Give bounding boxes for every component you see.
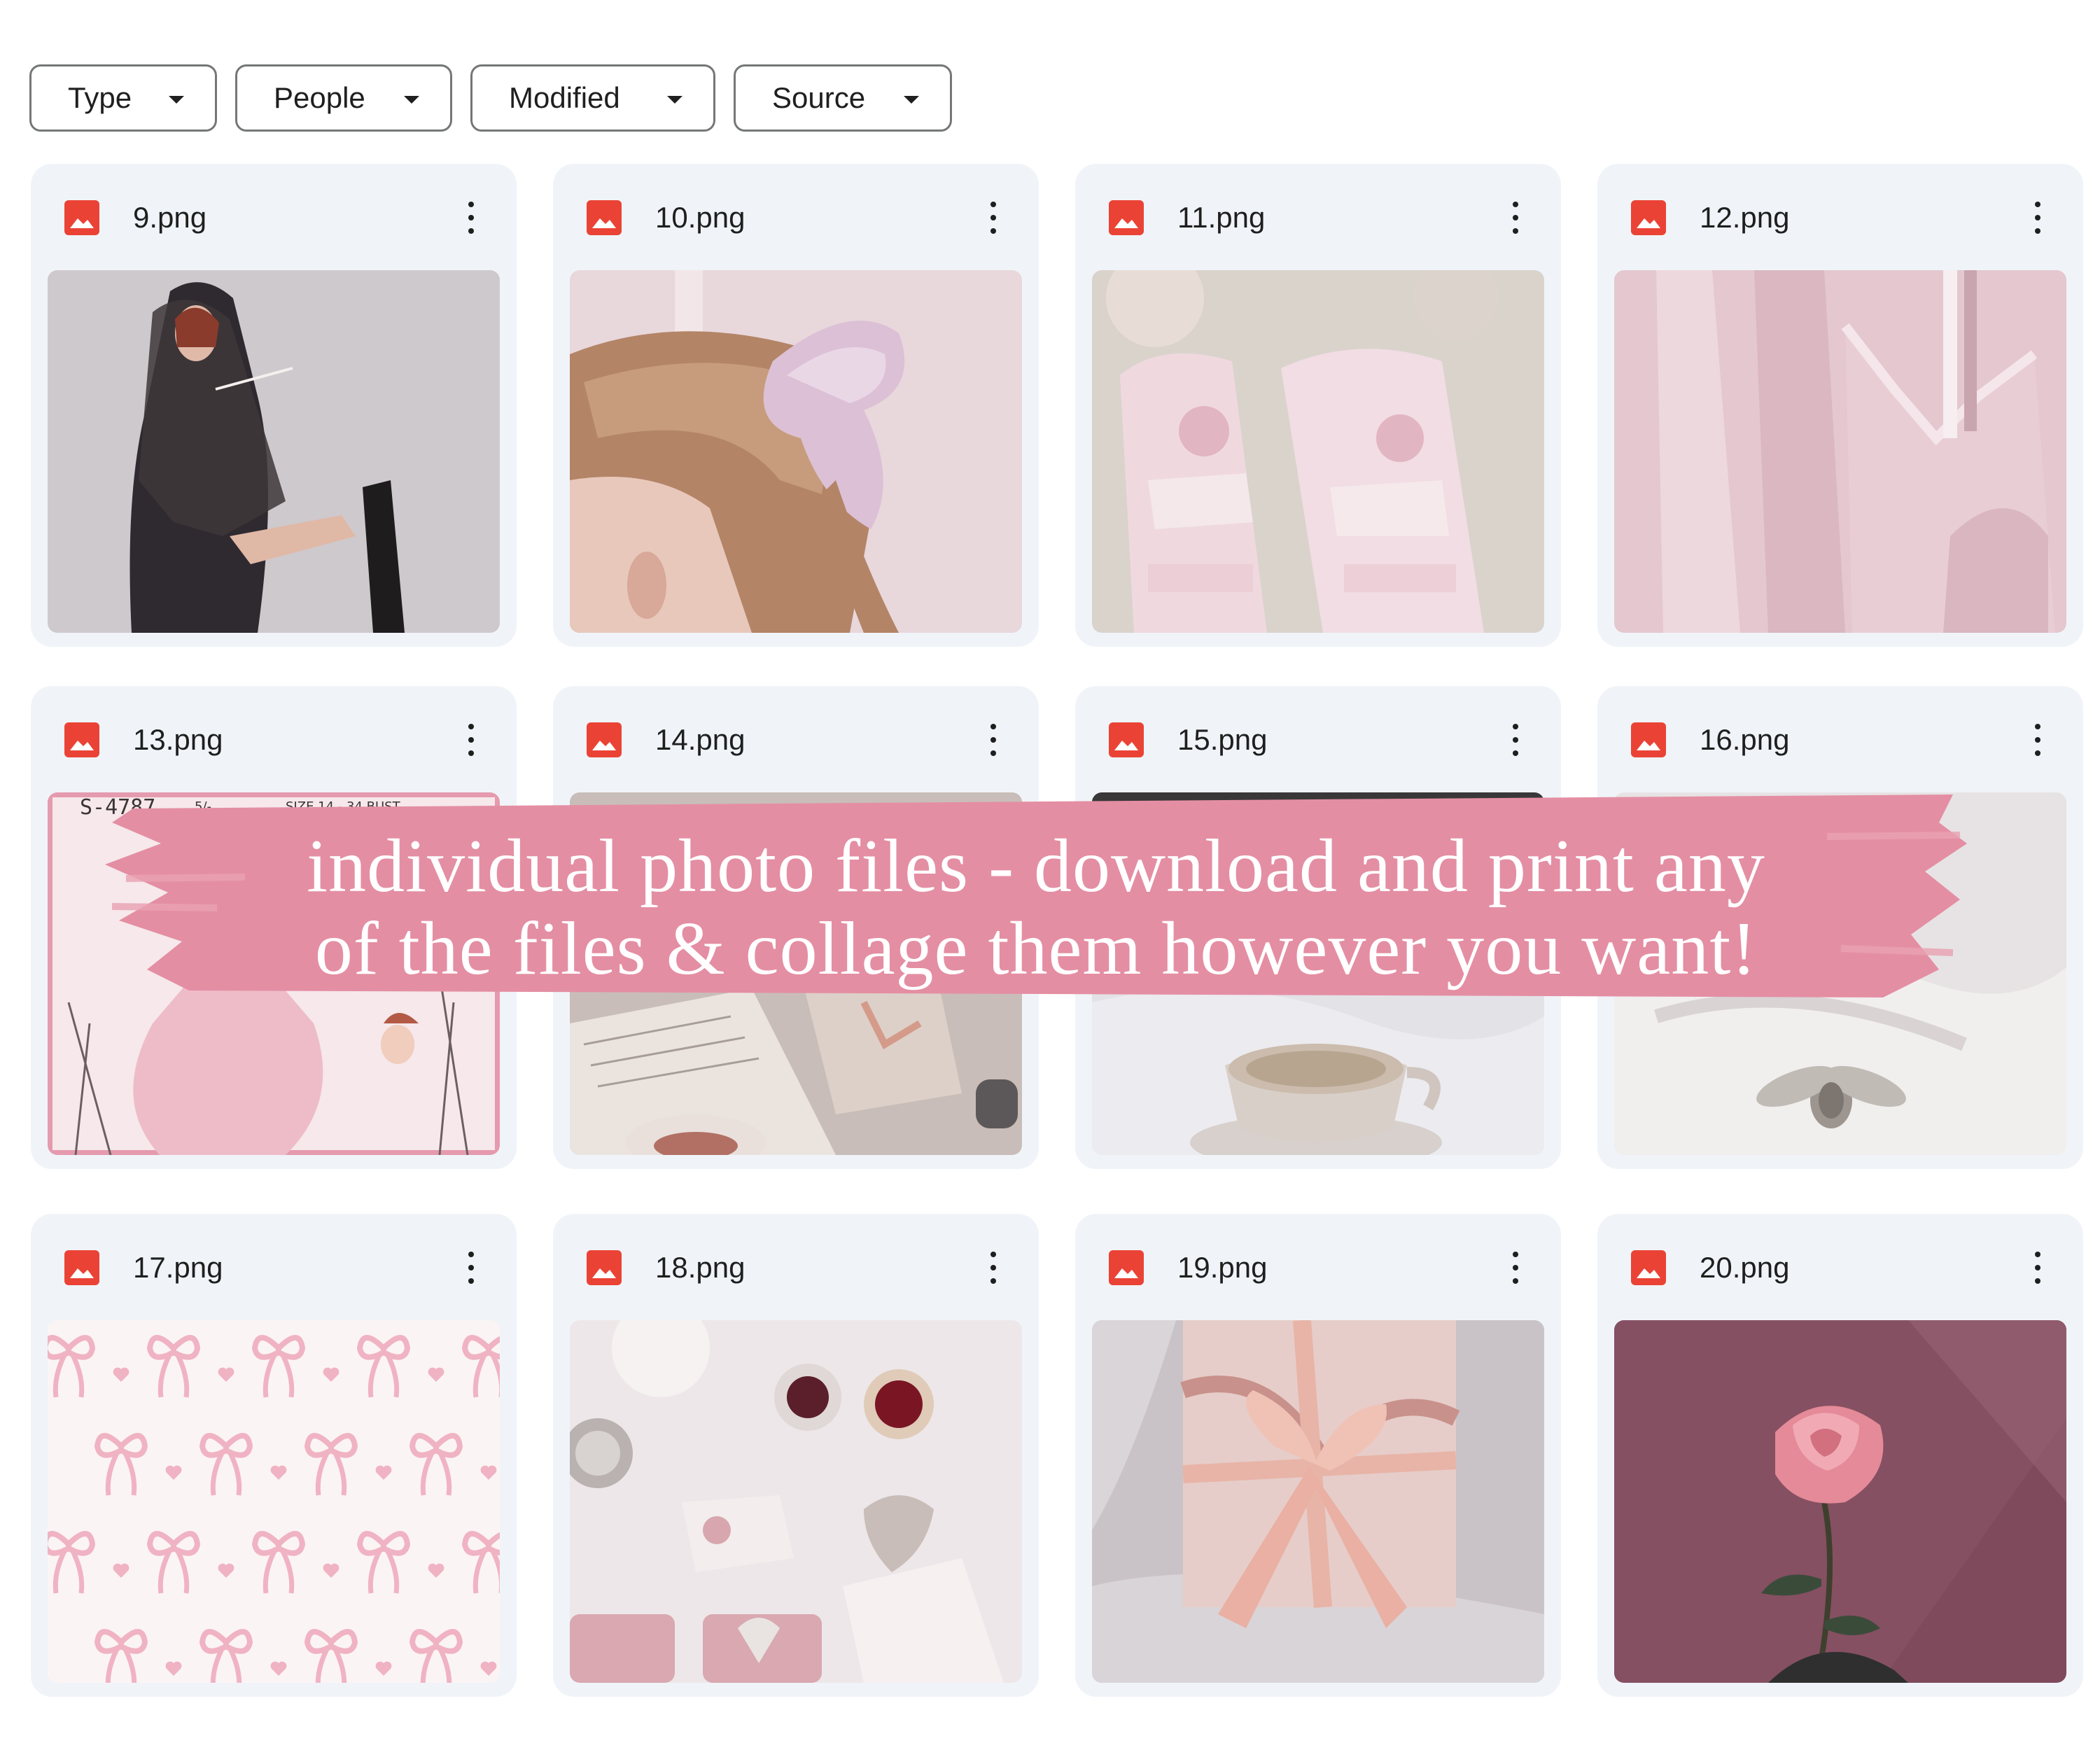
more-options-icon[interactable] xyxy=(461,193,482,242)
image-file-icon xyxy=(64,1250,99,1285)
filter-modified-label: Modified xyxy=(509,81,620,114)
more-options-icon[interactable] xyxy=(461,715,482,764)
file-thumbnail[interactable] xyxy=(48,1320,500,1683)
file-card-header: 14.png xyxy=(553,686,1039,791)
file-thumbnail[interactable] xyxy=(1614,270,2066,633)
dropdown-arrow-icon xyxy=(169,96,184,104)
more-options-icon[interactable] xyxy=(1505,1243,1526,1292)
more-options-icon[interactable] xyxy=(2027,715,2048,764)
file-thumbnail[interactable] xyxy=(1092,1320,1544,1683)
image-file-icon xyxy=(64,200,99,235)
filter-type-chip[interactable]: Type xyxy=(29,64,217,132)
file-name: 17.png xyxy=(133,1251,223,1284)
file-name: 18.png xyxy=(655,1251,746,1284)
file-card-header: 20.png xyxy=(1597,1214,2083,1319)
file-card-header: 15.png xyxy=(1075,686,1561,791)
file-name: 10.png xyxy=(655,201,746,234)
image-file-icon xyxy=(1109,200,1144,235)
banner-line-2: of the files & collage them however you … xyxy=(314,907,1758,990)
filter-type-label: Type xyxy=(68,81,132,114)
file-card-header: 13.png xyxy=(31,686,517,791)
dropdown-arrow-icon xyxy=(904,96,919,104)
dropdown-arrow-icon xyxy=(667,96,682,104)
file-card-header: 10.png xyxy=(553,164,1039,269)
more-options-icon[interactable] xyxy=(2027,1243,2048,1292)
file-name: 15.png xyxy=(1177,723,1268,756)
file-card[interactable]: 18.png xyxy=(553,1214,1039,1697)
file-card-header: 9.png xyxy=(31,164,517,269)
file-card[interactable]: 11.png xyxy=(1075,164,1561,647)
file-name: 20.png xyxy=(1700,1251,1790,1284)
file-name: 11.png xyxy=(1177,201,1266,234)
banner-line-1: individual photo files - download and pr… xyxy=(307,825,1765,908)
file-name: 13.png xyxy=(133,723,223,756)
more-options-icon[interactable] xyxy=(983,1243,1004,1292)
filter-people-label: People xyxy=(274,81,365,114)
file-name: 9.png xyxy=(133,201,207,234)
filter-source-label: Source xyxy=(772,81,866,114)
file-card[interactable]: 17.png xyxy=(31,1214,517,1697)
filter-people-chip[interactable]: People xyxy=(235,64,452,132)
image-file-icon xyxy=(587,200,622,235)
file-thumbnail[interactable] xyxy=(48,270,500,633)
promo-banner: individual photo files - download and pr… xyxy=(105,794,1967,997)
file-card[interactable]: 10.png xyxy=(553,164,1039,647)
file-thumbnail[interactable] xyxy=(1092,270,1544,633)
banner-text: individual photo files - download and pr… xyxy=(245,825,1827,990)
image-file-icon xyxy=(1631,722,1666,757)
file-card[interactable]: 20.png xyxy=(1597,1214,2083,1697)
file-card-header: 16.png xyxy=(1597,686,2083,791)
dropdown-arrow-icon xyxy=(404,96,419,104)
image-file-icon xyxy=(1109,722,1144,757)
file-thumbnail[interactable] xyxy=(570,1320,1022,1683)
file-thumbnail[interactable] xyxy=(1614,1320,2066,1683)
image-file-icon xyxy=(64,722,99,757)
filter-modified-chip[interactable]: Modified xyxy=(470,64,715,132)
image-file-icon xyxy=(587,1250,622,1285)
file-name: 12.png xyxy=(1700,201,1790,234)
file-card-header: 19.png xyxy=(1075,1214,1561,1319)
file-thumbnail[interactable] xyxy=(570,270,1022,633)
more-options-icon[interactable] xyxy=(2027,193,2048,242)
file-name: 16.png xyxy=(1700,723,1790,756)
more-options-icon[interactable] xyxy=(1505,193,1526,242)
file-card-header: 12.png xyxy=(1597,164,2083,269)
image-file-icon xyxy=(1631,200,1666,235)
more-options-icon[interactable] xyxy=(461,1243,482,1292)
file-card-header: 11.png xyxy=(1075,164,1561,269)
filter-source-chip[interactable]: Source xyxy=(734,64,952,132)
file-card[interactable]: 12.png xyxy=(1597,164,2083,647)
file-card-header: 17.png xyxy=(31,1214,517,1319)
image-file-icon xyxy=(587,722,622,757)
file-card[interactable]: 19.png xyxy=(1075,1214,1561,1697)
image-file-icon xyxy=(1631,1250,1666,1285)
file-card[interactable]: 9.png xyxy=(31,164,517,647)
more-options-icon[interactable] xyxy=(983,715,1004,764)
image-file-icon xyxy=(1109,1250,1144,1285)
file-card-header: 18.png xyxy=(553,1214,1039,1319)
more-options-icon[interactable] xyxy=(983,193,1004,242)
file-name: 19.png xyxy=(1177,1251,1268,1284)
more-options-icon[interactable] xyxy=(1505,715,1526,764)
file-name: 14.png xyxy=(655,723,746,756)
